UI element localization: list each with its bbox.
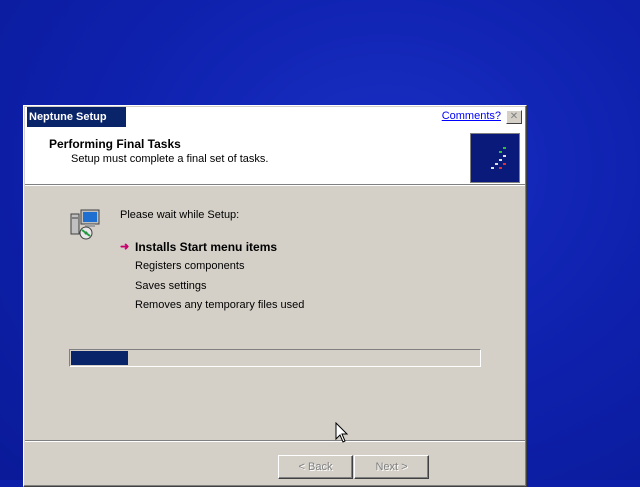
progress-fill (71, 351, 129, 365)
header-divider (25, 185, 525, 186)
wait-label: Please wait while Setup: (120, 209, 240, 221)
title-bar: Neptune Setup Comments? ✕ (25, 107, 525, 127)
progress-bar (69, 349, 481, 367)
window-title: Neptune Setup (27, 107, 126, 127)
task-item: Removes any temporary files used (135, 299, 305, 311)
neptune-logo-icon (470, 133, 520, 183)
page-title: Performing Final Tasks (49, 137, 181, 151)
current-task-arrow-icon: ➜ (120, 241, 130, 253)
wizard-header: Performing Final Tasks Setup must comple… (25, 127, 525, 185)
task-item: Installs Start menu items (135, 240, 278, 254)
task-item: Saves settings (135, 280, 207, 292)
next-button[interactable]: Next > (354, 455, 429, 479)
mouse-pointer-icon (335, 421, 349, 444)
close-icon: ✕ (509, 111, 519, 122)
page-subtitle: Setup must complete a final set of tasks… (71, 153, 269, 165)
setup-dialog: Neptune Setup Comments? ✕ Performing Fin… (23, 105, 527, 487)
back-button[interactable]: < Back (278, 455, 353, 479)
close-button[interactable]: ✕ (506, 110, 522, 124)
comments-link[interactable]: Comments? (442, 110, 501, 122)
task-item: Registers components (135, 260, 245, 272)
computer-setup-icon (69, 208, 103, 240)
